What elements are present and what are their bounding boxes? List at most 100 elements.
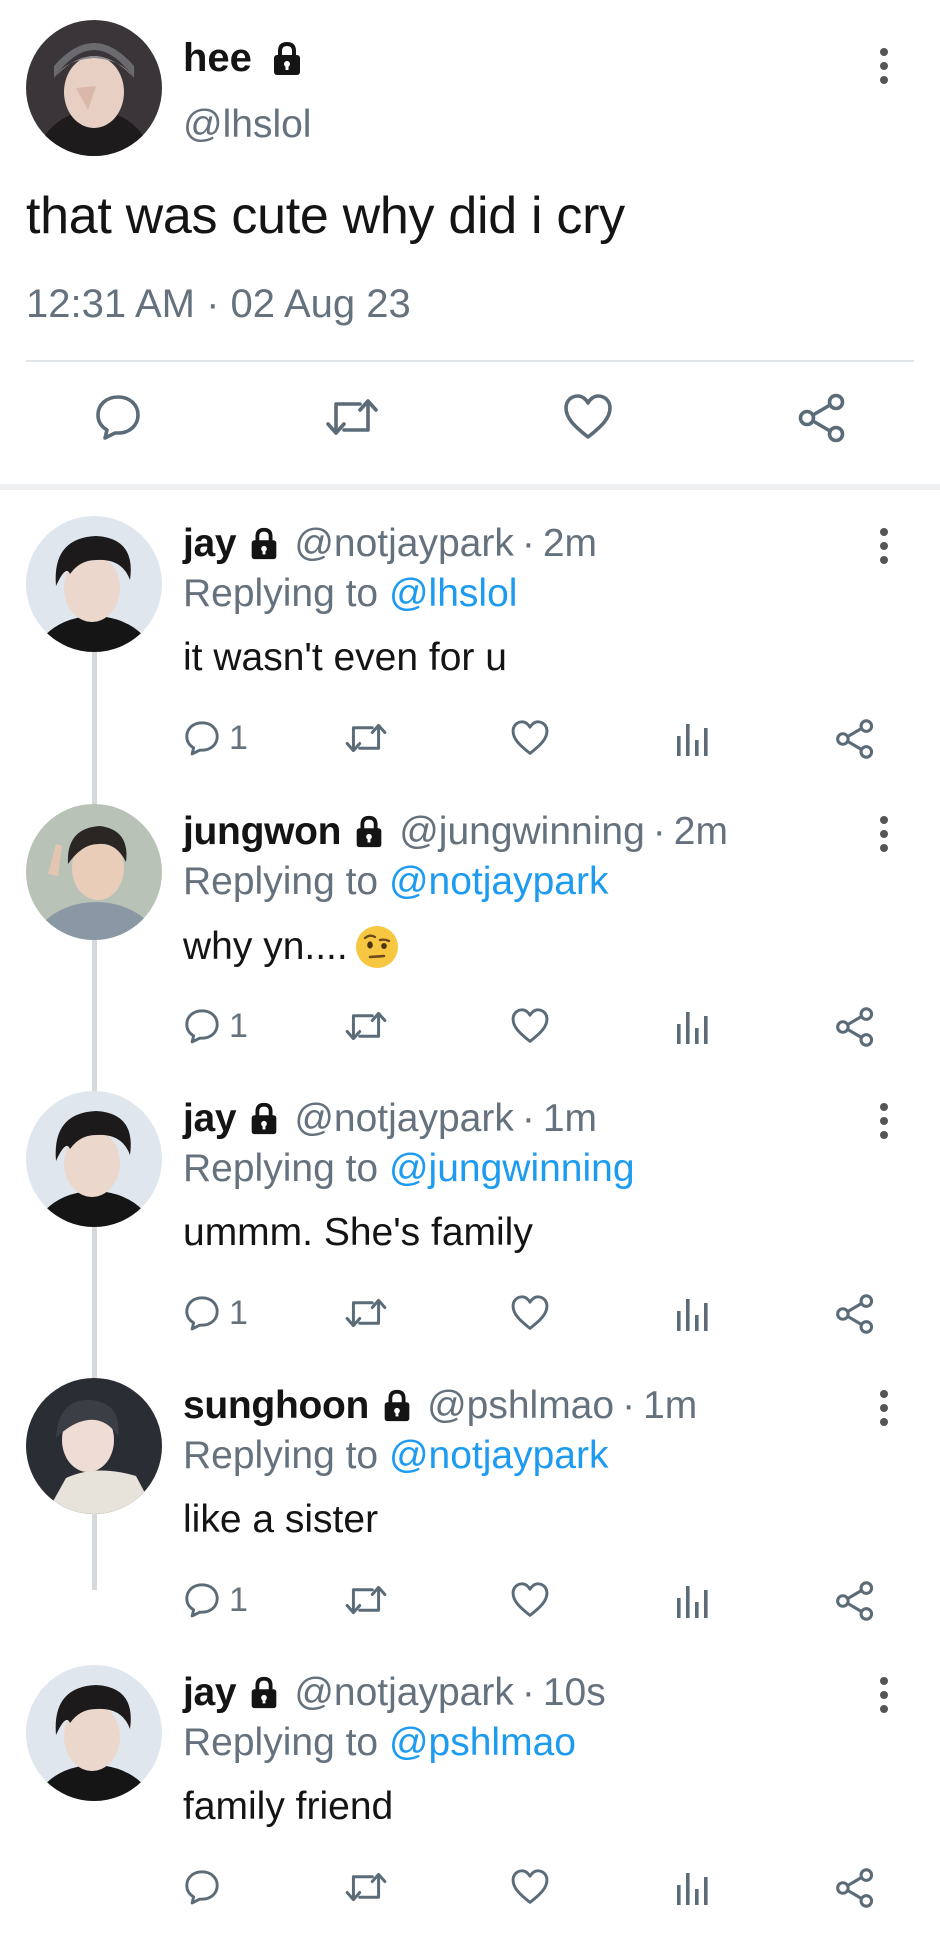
reply-action-bar: 1 xyxy=(0,1293,940,1343)
reply-button[interactable]: 1 xyxy=(183,718,248,758)
analytics-icon[interactable] xyxy=(674,1580,710,1620)
share-icon[interactable] xyxy=(834,1293,876,1335)
avatar[interactable] xyxy=(26,804,162,940)
replying-to: Replying to @pshlmao xyxy=(183,1721,576,1765)
more-vertical-icon[interactable] xyxy=(872,46,896,86)
reply-tweet[interactable]: jay @notjaypark · 1m Replying to @jungwi… xyxy=(0,1071,940,1359)
replying-to-label: Replying to xyxy=(183,1147,389,1190)
retweet-icon[interactable] xyxy=(344,1580,388,1620)
separator-dot: · xyxy=(521,1671,535,1714)
lock-icon xyxy=(268,40,306,78)
separator-dot: · xyxy=(521,1097,535,1140)
more-vertical-icon[interactable] xyxy=(872,1101,896,1141)
replying-to-label: Replying to xyxy=(183,1721,389,1764)
avatar[interactable] xyxy=(26,1665,162,1801)
reply-icon xyxy=(185,1296,219,1331)
like-icon[interactable] xyxy=(562,392,614,442)
share-icon[interactable] xyxy=(834,1006,876,1048)
reply-text-content: it wasn't even for u xyxy=(183,636,507,679)
lock-icon xyxy=(246,1675,282,1711)
avatar[interactable] xyxy=(26,1378,162,1514)
share-icon[interactable] xyxy=(834,1580,876,1622)
reply-header: jay @notjaypark · 10s xyxy=(183,1671,606,1715)
like-icon[interactable] xyxy=(510,1867,550,1907)
section-separator xyxy=(0,484,940,490)
tweet-timestamp[interactable]: 12:31 AM · 02 Aug 23 xyxy=(26,282,411,327)
like-icon[interactable] xyxy=(510,1006,550,1046)
replying-to: Replying to @notjaypark xyxy=(183,1434,608,1478)
reply-tweet[interactable]: jay @notjaypark · 2m Replying to @lhslol… xyxy=(0,496,940,784)
retweet-icon[interactable] xyxy=(344,1006,388,1046)
reply-tweet[interactable]: jay @notjaypark · 10s Replying to @pshlm… xyxy=(0,1645,940,1933)
replying-to-mention[interactable]: @lhslol xyxy=(389,572,517,615)
reply-text: family friend xyxy=(183,1785,393,1829)
reply-count: 1 xyxy=(229,1293,248,1332)
analytics-icon[interactable] xyxy=(674,718,710,758)
reply-author-name[interactable]: sunghoon xyxy=(183,1384,369,1428)
reply-author-handle[interactable]: @notjaypark xyxy=(294,522,514,566)
reply-author-name[interactable]: jay xyxy=(183,522,237,566)
retweet-icon[interactable] xyxy=(324,392,380,442)
reply-time: 10s xyxy=(542,1671,606,1714)
share-icon[interactable] xyxy=(796,392,848,444)
share-icon[interactable] xyxy=(834,1867,876,1909)
lock-icon xyxy=(379,1388,415,1424)
reply-author-name[interactable]: jay xyxy=(183,1097,237,1141)
share-icon[interactable] xyxy=(834,718,876,760)
more-vertical-icon[interactable] xyxy=(872,1675,896,1715)
avatar[interactable] xyxy=(26,1091,162,1227)
reply-tweet[interactable]: jungwon @jungwinning · 2m Replying to @n… xyxy=(0,784,940,1072)
reply-button[interactable]: 1 xyxy=(183,1580,248,1620)
like-icon[interactable] xyxy=(510,1580,550,1620)
replying-to-label: Replying to xyxy=(183,572,389,615)
reply-author-handle[interactable]: @pshlmao xyxy=(427,1384,614,1428)
reply-button[interactable]: 1 xyxy=(183,1006,248,1046)
reply-text: it wasn't even for u xyxy=(183,636,507,680)
lock-icon xyxy=(246,526,282,562)
more-vertical-icon[interactable] xyxy=(872,1388,896,1428)
tweet-action-bar xyxy=(0,392,940,452)
separator-dot: · xyxy=(622,1384,636,1427)
reply-author-name[interactable]: jungwon xyxy=(183,810,341,854)
more-vertical-icon[interactable] xyxy=(872,814,896,854)
replying-to-mention[interactable]: @jungwinning xyxy=(389,1147,635,1190)
reply-header: sunghoon @pshlmao · 1m xyxy=(183,1384,697,1428)
reply-author-handle[interactable]: @notjaypark xyxy=(294,1671,514,1715)
replying-to-mention[interactable]: @notjaypark xyxy=(389,860,609,903)
replying-to-mention[interactable]: @notjaypark xyxy=(389,1434,609,1477)
reply-author-name[interactable]: jay xyxy=(183,1671,237,1715)
reply-author-handle[interactable]: @jungwinning xyxy=(399,810,645,854)
replying-to-mention[interactable]: @pshlmao xyxy=(389,1721,576,1764)
author-handle[interactable]: @lhslol xyxy=(183,103,311,147)
reply-count: 1 xyxy=(229,1580,248,1619)
like-icon[interactable] xyxy=(510,718,550,758)
analytics-icon[interactable] xyxy=(674,1867,710,1907)
analytics-icon[interactable] xyxy=(674,1293,710,1333)
avatar[interactable] xyxy=(26,20,162,156)
retweet-icon[interactable] xyxy=(344,718,388,758)
replying-to: Replying to @jungwinning xyxy=(183,1147,635,1191)
author-name[interactable]: hee xyxy=(183,36,252,81)
reply-action-bar: 1 xyxy=(0,1580,940,1630)
reply-text-content: ummm. She's family xyxy=(183,1211,533,1254)
retweet-icon[interactable] xyxy=(344,1293,388,1333)
like-icon[interactable] xyxy=(510,1293,550,1333)
avatar[interactable] xyxy=(26,516,162,652)
retweet-icon[interactable] xyxy=(344,1867,388,1907)
reply-count: 1 xyxy=(229,718,248,757)
reply-text: like a sister xyxy=(183,1498,378,1542)
reply-text: why yn.... xyxy=(183,924,400,970)
reply-button[interactable]: 1 xyxy=(183,1293,248,1333)
reply-tweet[interactable]: sunghoon @pshlmao · 1m Replying to @notj… xyxy=(0,1358,940,1646)
separator-dot: · xyxy=(521,522,535,565)
reply-text-content: like a sister xyxy=(183,1498,379,1541)
analytics-icon[interactable] xyxy=(674,1006,710,1046)
reply-icon[interactable] xyxy=(93,392,143,442)
tweet-text: that was cute why did i cry xyxy=(26,187,625,245)
reply-author-handle[interactable]: @notjaypark xyxy=(294,1097,514,1141)
reply-count: 1 xyxy=(229,1006,248,1045)
replying-to: Replying to @lhslol xyxy=(183,572,517,616)
more-vertical-icon[interactable] xyxy=(872,526,896,566)
reply-header: jay @notjaypark · 2m xyxy=(183,522,597,566)
reply-button[interactable] xyxy=(183,1867,229,1907)
